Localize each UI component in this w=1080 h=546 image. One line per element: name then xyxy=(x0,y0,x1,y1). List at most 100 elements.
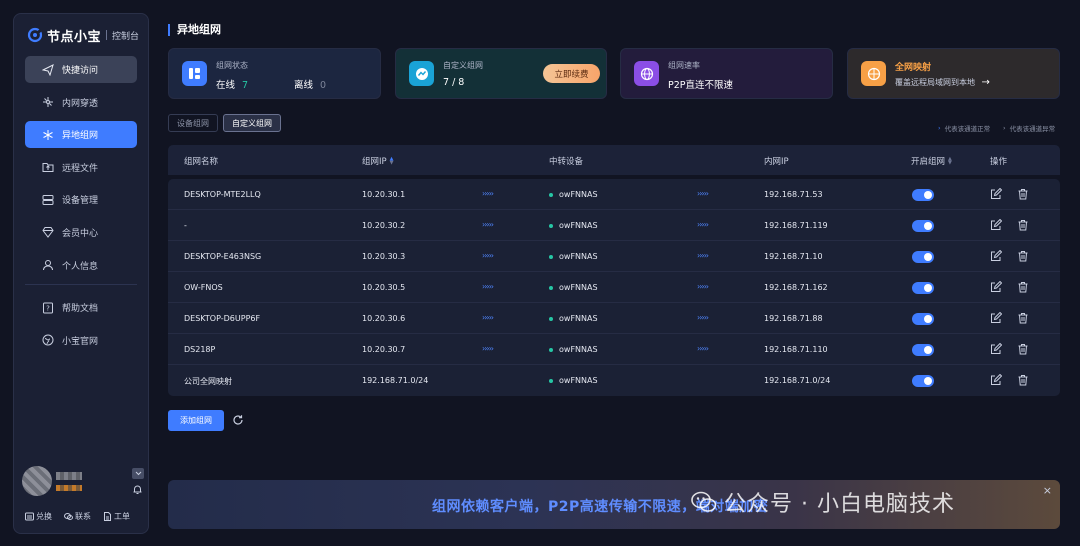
row-relay-text: owFNNAS xyxy=(559,283,598,292)
mapping-desc: 覆盖远程局域网到本地 → xyxy=(895,77,990,88)
speed-card: 组网速率 P2P直连不限速 xyxy=(620,48,833,99)
row-name: 公司全网映射 xyxy=(184,377,232,386)
sidebar-item-mesh[interactable]: 异地组网 xyxy=(25,121,137,149)
custom-mesh-label: 自定义组网 xyxy=(443,61,483,70)
sidebar-item-membership[interactable]: 会员中心 xyxy=(25,219,137,246)
row-ip: 10.20.30.6 xyxy=(362,314,406,323)
diamond-icon xyxy=(42,227,54,239)
row-lan: 192.168.71.53 xyxy=(764,190,823,199)
edit-icon[interactable] xyxy=(990,250,1002,262)
edit-icon[interactable] xyxy=(990,343,1002,355)
sidebar-item-quick-access[interactable]: 快捷访问 xyxy=(25,56,137,83)
edit-icon[interactable] xyxy=(990,374,1002,386)
trash-icon[interactable] xyxy=(1017,312,1029,324)
legend-normal-text: 代表该通道正常 xyxy=(944,125,991,133)
online-dot xyxy=(549,223,553,228)
mesh-toggle[interactable] xyxy=(912,251,934,263)
speed-label: 组网速率 xyxy=(668,61,700,70)
page-title: 异地组网 xyxy=(168,24,221,36)
sidebar-item-website[interactable]: 小宝官网 xyxy=(25,327,137,354)
renew-button[interactable]: 立即续费 xyxy=(543,64,600,83)
row-relay: owFNNAS xyxy=(549,221,598,230)
trash-icon[interactable] xyxy=(1017,250,1029,262)
globe-icon xyxy=(42,334,54,346)
online-dot xyxy=(549,347,553,352)
mesh-toggle[interactable] xyxy=(912,344,934,356)
offline-count: 离线 0 xyxy=(294,77,326,91)
row-relay-text: owFNNAS xyxy=(559,190,598,199)
tab-custom-mesh[interactable]: 自定义组网 xyxy=(223,114,281,132)
chevron-down-icon xyxy=(135,471,141,476)
trash-icon[interactable] xyxy=(1017,343,1029,355)
exchange-icon xyxy=(25,512,34,521)
row-relay-text: owFNNAS xyxy=(559,345,598,354)
edit-icon[interactable] xyxy=(990,312,1002,324)
user-menu-toggle[interactable] xyxy=(132,468,144,479)
sidebar-item-intranet[interactable]: 内网穿透 xyxy=(25,89,137,116)
add-mesh-button[interactable]: 添加组网 xyxy=(168,410,224,431)
col-enabled[interactable]: 开启组网 ▲ ▼ xyxy=(911,155,952,168)
trash-icon[interactable] xyxy=(1017,219,1029,231)
trash-icon[interactable] xyxy=(1017,188,1029,200)
status-card-label: 组网状态 xyxy=(216,61,248,70)
user-name-blurred xyxy=(56,472,82,480)
col-lan: 内网IP xyxy=(764,157,789,167)
edit-icon[interactable] xyxy=(990,188,1002,200)
mesh-toggle[interactable] xyxy=(912,313,934,325)
col-relay: 中转设备 xyxy=(549,157,584,167)
row-name: DS218P xyxy=(184,345,216,354)
logo[interactable]: 节点小宝 控制台 xyxy=(27,25,139,45)
row-name: DESKTOP-E463NSG xyxy=(184,252,262,261)
sidebar-item-label: 远程文件 xyxy=(62,163,99,174)
row-lan: 192.168.71.10 xyxy=(764,252,823,261)
sidebar-item-remote-files[interactable]: 远程文件 xyxy=(25,154,137,181)
mapping-card[interactable]: 全网映射 覆盖远程局域网到本地 → xyxy=(847,48,1060,99)
channel-arrows-icon: ››››› xyxy=(482,344,494,353)
user-links: 兑换 联系 工单 xyxy=(25,511,130,522)
ticket-icon xyxy=(104,512,111,521)
sidebar-item-label: 异地组网 xyxy=(62,131,99,142)
close-icon[interactable]: × xyxy=(1043,484,1052,497)
refresh-icon[interactable] xyxy=(232,414,244,426)
user-badge-blurred xyxy=(56,485,82,491)
online-dot xyxy=(549,378,553,383)
mesh-toggle[interactable] xyxy=(912,220,934,232)
table-row: - 10.20.30.2 ››››› owFNNAS ››››› 192.168… xyxy=(168,210,1060,241)
mesh-toggle[interactable] xyxy=(912,282,934,294)
avatar[interactable] xyxy=(22,466,52,496)
bell-icon[interactable] xyxy=(132,484,143,495)
mesh-toggle[interactable] xyxy=(912,189,934,201)
sidebar-item-label: 设备管理 xyxy=(62,196,99,207)
globe-speed-icon xyxy=(634,61,659,86)
sidebar-nav: 快捷访问 内网穿透 异地组网 远程文件 设备管理 会员中心 个人信息 ? 帮助文… xyxy=(25,56,137,359)
row-name: DESKTOP-D6UPP6F xyxy=(184,314,261,323)
sidebar-item-label: 个人信息 xyxy=(62,261,99,272)
channel-arrows-icon: ››››› xyxy=(697,313,709,322)
sidebar-item-devices[interactable]: 设备管理 xyxy=(25,186,137,213)
mesh-toggle[interactable] xyxy=(912,375,934,387)
trash-icon[interactable] xyxy=(1017,281,1029,293)
mesh-chat-icon xyxy=(409,61,434,86)
sidebar-item-label: 快捷访问 xyxy=(62,66,99,76)
trash-icon[interactable] xyxy=(1017,374,1029,386)
ticket-link[interactable]: 工单 xyxy=(103,511,130,522)
exchange-link[interactable]: 兑换 xyxy=(25,511,52,522)
contact-link-label: 联系 xyxy=(75,512,91,521)
svg-text:?: ? xyxy=(46,304,50,312)
arrow-right-icon: → xyxy=(981,77,990,88)
sidebar-item-help[interactable]: ? 帮助文档 xyxy=(25,294,137,321)
dashboard-icon xyxy=(182,61,207,86)
table-row: DESKTOP-MTE2LLQ 10.20.30.1 ››››› owFNNAS… xyxy=(168,179,1060,210)
online-count: 在线 7 xyxy=(216,77,248,91)
edit-icon[interactable] xyxy=(990,281,1002,293)
offline-value: 0 xyxy=(320,80,327,91)
edit-icon[interactable] xyxy=(990,219,1002,231)
online-value: 7 xyxy=(242,80,249,91)
sidebar-item-profile[interactable]: 个人信息 xyxy=(25,252,137,279)
tab-device-mesh[interactable]: 设备组网 xyxy=(168,114,218,132)
row-ip: 10.20.30.1 xyxy=(362,190,406,199)
table-row: 公司全网映射 192.168.71.0/24 owFNNAS 192.168.7… xyxy=(168,365,1060,396)
contact-link[interactable]: 联系 xyxy=(64,511,91,522)
mapping-label: 全网映射 xyxy=(895,63,932,73)
col-ip[interactable]: 组网IP ▲ ▼ xyxy=(362,155,394,168)
